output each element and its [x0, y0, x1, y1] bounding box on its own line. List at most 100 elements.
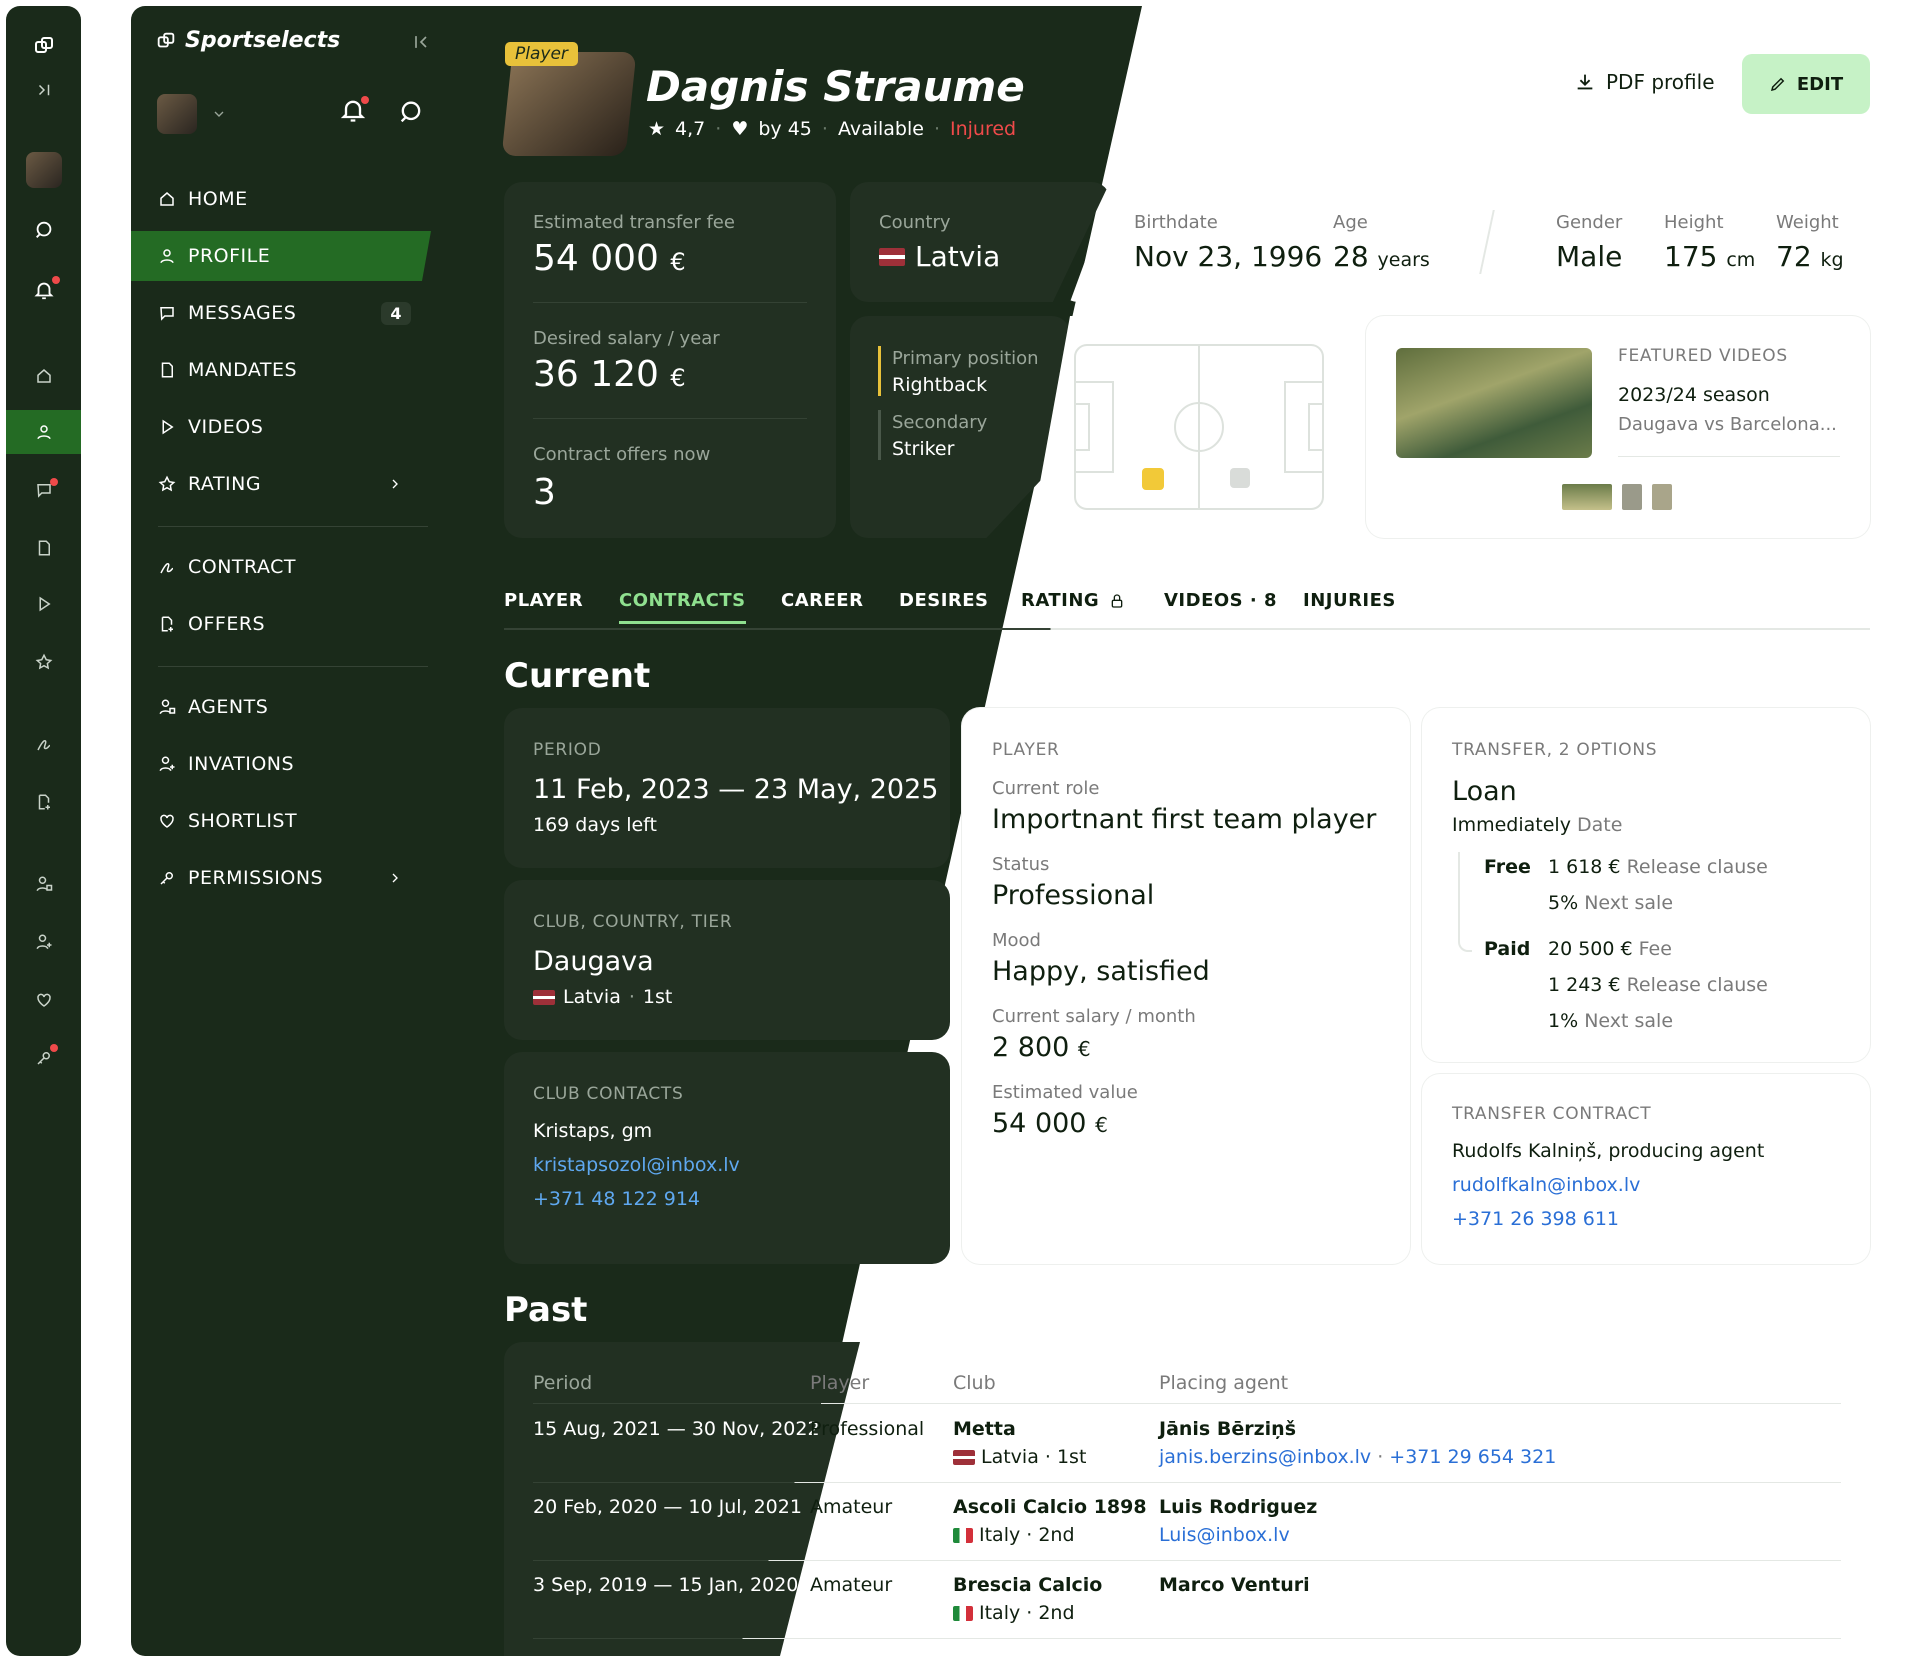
videos-icon [162, 419, 174, 435]
stats-card: Estimated transfer fee 54 000 € Desired … [504, 182, 836, 538]
primary-position-marker [1142, 468, 1164, 490]
home-icon[interactable] [6, 354, 81, 398]
sidebar-item-mandates[interactable]: MANDATES [131, 345, 431, 395]
offers-icon[interactable] [6, 780, 81, 824]
availability: Available [837, 118, 924, 140]
agent-phone-link[interactable]: +371 29 654 321 [1389, 1446, 1556, 1468]
divider [1618, 456, 1840, 457]
status-value: Professional [992, 880, 1155, 911]
weight-label: Weight [1776, 212, 1839, 233]
videos-icon[interactable] [6, 582, 81, 626]
chevron-right-icon [392, 479, 398, 489]
contract-icon[interactable] [6, 722, 81, 766]
user-switcher[interactable] [157, 94, 227, 134]
italy-flag-icon [953, 1605, 973, 1621]
divider [158, 526, 428, 527]
profile-icon[interactable] [6, 410, 81, 454]
agents-icon[interactable] [6, 862, 81, 906]
sidebar-item-offers[interactable]: OFFERS [131, 599, 431, 649]
invations-icon[interactable] [6, 920, 81, 964]
contact-email-link[interactable]: kristapsozol@inbox.lv [533, 1154, 740, 1176]
video-thumb-3[interactable] [1652, 484, 1672, 510]
sidebar-item-home[interactable]: HOME [131, 174, 431, 224]
club-country: Latvia · 1st [533, 986, 672, 1008]
lock-icon [1111, 593, 1123, 608]
collapse-icon[interactable] [411, 32, 431, 56]
col-header-agent: Placing agent [1159, 1372, 1289, 1394]
bell-icon[interactable] [339, 96, 369, 128]
player-tag: Player [505, 42, 578, 66]
tab-videos[interactable]: VIDEOS · 8 [1164, 590, 1277, 611]
sidebar-item-rating[interactable]: RATING [131, 459, 431, 509]
sidebar-item-label: RATING [188, 473, 262, 495]
video-thumb-1[interactable] [1562, 484, 1612, 510]
paid-fee: 20 500 € Fee [1548, 938, 1672, 960]
transfer-contract-phone-link[interactable]: +371 26 398 611 [1452, 1208, 1619, 1230]
transfer-contract-label: TRANSFER CONTRACT [1452, 1104, 1652, 1124]
paid-release: 1 243 € Release clause [1548, 974, 1768, 996]
estimated-value-label: Estimated value [992, 1082, 1138, 1103]
video-season[interactable]: 2023/24 season [1618, 384, 1770, 406]
video-thumbnail[interactable] [1396, 348, 1592, 458]
sidebar-item-profile[interactable]: PROFILE [131, 231, 431, 281]
sidebar-item-permissions[interactable]: PERMISSIONS [131, 853, 431, 903]
past-row-agent: Jānis Bērziņš [1159, 1418, 1296, 1440]
brand[interactable]: Sportselects [155, 28, 340, 53]
shortlist-icon[interactable] [6, 978, 81, 1022]
video-thumb-2[interactable] [1622, 484, 1642, 510]
search-icon[interactable] [6, 208, 81, 252]
expand-icon[interactable] [6, 68, 81, 112]
sidebar-item-messages[interactable]: MESSAGES 4 [131, 288, 431, 338]
tab-career[interactable]: CAREER [781, 590, 863, 611]
section-title-past: Past [504, 1290, 588, 1330]
star-icon: ★ [648, 118, 666, 140]
contact-phone-link[interactable]: +371 48 122 914 [533, 1188, 700, 1210]
birth-value: Nov 23, 1996 [1134, 240, 1323, 273]
tab-rating[interactable]: RATING [1021, 590, 1125, 611]
secondary-position-marker [1230, 468, 1250, 488]
salary-label: Desired salary / year [533, 328, 720, 349]
messages-icon[interactable] [6, 468, 81, 512]
pdf-profile-button[interactable]: PDF profile [1574, 70, 1715, 94]
logo-icon[interactable] [6, 24, 81, 68]
bell-icon[interactable] [6, 268, 81, 312]
tab-desires[interactable]: DESIRES [899, 590, 989, 611]
tab-player[interactable]: PLAYER [504, 590, 583, 611]
sidebar-item-invations[interactable]: INVATIONS [131, 739, 431, 789]
avatar[interactable] [6, 148, 81, 192]
permissions-icon[interactable] [6, 1036, 81, 1080]
video-match[interactable]: Daugava vs Barcelona... [1618, 414, 1837, 435]
sidebar-item-videos[interactable]: VIDEOS [131, 402, 431, 452]
edit-button[interactable]: EDIT [1742, 54, 1870, 114]
sidebar-item-label: PERMISSIONS [188, 867, 324, 889]
offers-icon [161, 616, 173, 632]
days-left: 169 days left [533, 814, 657, 836]
search-icon[interactable] [397, 98, 425, 130]
tab-injuries[interactable]: INJURIES [1303, 590, 1396, 611]
transfer-contract-email-link[interactable]: rudolfkaln@inbox.lv [1452, 1174, 1640, 1196]
past-row-contact: janis.berzins@inbox.lv · +371 29 654 321 [1159, 1446, 1557, 1468]
mandates-icon[interactable] [6, 526, 81, 570]
rating-icon[interactable] [6, 640, 81, 684]
sidebar-item-shortlist[interactable]: SHORTLIST [131, 796, 431, 846]
past-row-club: Metta [953, 1418, 1016, 1440]
sidebar-item-agents[interactable]: AGENTS [131, 682, 431, 732]
player-contract-card: PLAYER Current role Importnant first tea… [962, 708, 1410, 1264]
tab-contracts[interactable]: CONTRACTS [619, 590, 746, 624]
secondary-marker [878, 410, 881, 460]
avatar [157, 94, 197, 134]
player-photo [501, 52, 637, 156]
offers-value: 3 [533, 472, 556, 513]
sidebar-item-label: AGENTS [188, 696, 269, 718]
divider [533, 302, 807, 303]
past-row-player: Amateur [810, 1574, 893, 1596]
sidebar-item-contract[interactable]: CONTRACT [131, 542, 431, 592]
col-header-period: Period [533, 1372, 593, 1394]
agent-email-link[interactable]: Luis@inbox.lv [1159, 1524, 1290, 1546]
primary-marker [878, 346, 881, 396]
agent-email-link[interactable]: janis.berzins@inbox.lv [1159, 1446, 1371, 1468]
past-row-club: Brescia Calcio [953, 1574, 1103, 1596]
sidebar-item-label: SHORTLIST [188, 810, 298, 832]
logo-icon [157, 32, 175, 47]
past-row-country: Latvia · 1st [953, 1446, 1086, 1468]
